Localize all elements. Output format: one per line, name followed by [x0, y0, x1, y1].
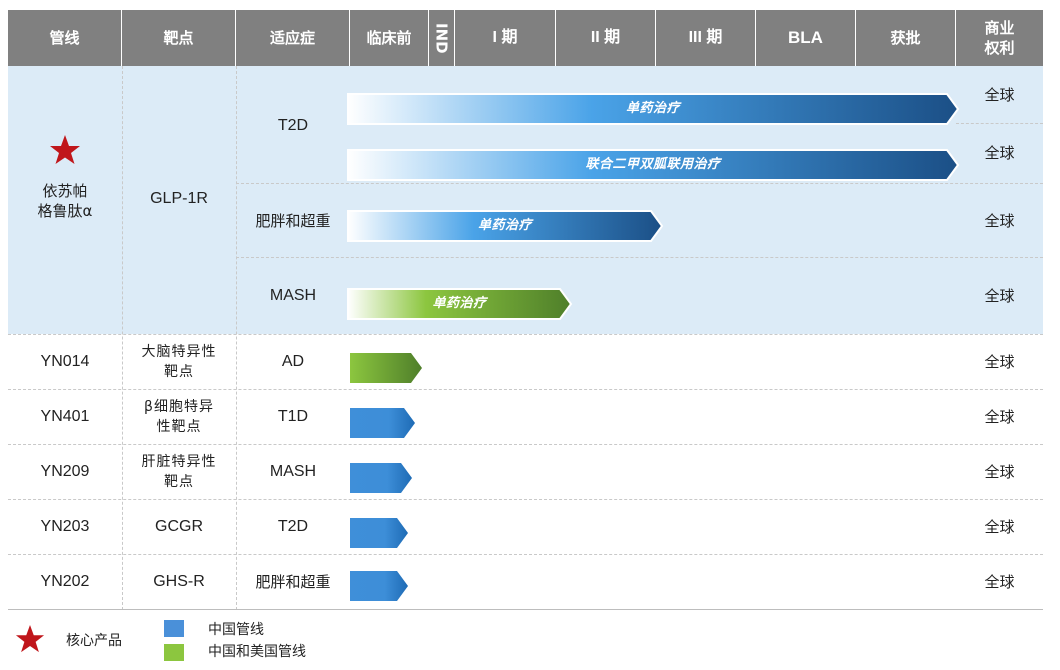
header-phase1: I 期 — [455, 10, 556, 66]
rights-value: 全球 — [984, 144, 1015, 162]
pipeline-name: YN209 — [40, 462, 90, 480]
row-divider — [956, 123, 1043, 124]
progress-bar: 单药治疗 — [347, 93, 960, 125]
row-divider — [236, 183, 1043, 184]
progress-bar — [350, 518, 408, 548]
indication-name: MASH — [269, 287, 317, 304]
progress-bar — [350, 571, 408, 601]
bar-fill — [350, 571, 408, 601]
target-name: GCGR — [155, 517, 203, 535]
star-icon — [15, 624, 45, 653]
bar-shape — [350, 353, 422, 383]
indication-name: T2D — [277, 117, 309, 134]
header-ind-label: IND — [432, 22, 451, 54]
rights-value: 全球 — [984, 212, 1015, 230]
progress-bar: 单药治疗 — [347, 210, 664, 242]
legend-china-swatch — [164, 620, 184, 637]
header-target: 靶点 — [122, 10, 236, 66]
row-divider — [236, 257, 1043, 258]
indication-name: 肥胖和超重 — [255, 572, 331, 591]
indication-name: T2D — [277, 517, 309, 535]
indication-name: 肥胖和超重 — [255, 212, 331, 230]
header-ind: IND — [429, 10, 455, 66]
indication-name: AD — [281, 352, 305, 370]
header-phase3: III 期 — [656, 10, 756, 66]
indication-name: T1D — [277, 407, 309, 425]
header-rights: 商业 权利 — [956, 10, 1043, 66]
pipeline-name: YN203 — [40, 517, 90, 535]
header-preclinical: 临床前 — [350, 10, 429, 66]
legend-china-label: 中国管线 — [208, 622, 264, 638]
bar-shape — [350, 408, 415, 438]
rights-value: 全球 — [984, 287, 1015, 305]
indication-name: MASH — [269, 462, 317, 480]
table-bottom-border — [8, 609, 1043, 610]
pipeline-name: YN014 — [40, 352, 90, 370]
target-name: GHS-R — [153, 572, 205, 590]
core-product-star-icon — [40, 132, 90, 168]
target-name: 大脑特异性 靶点 — [141, 343, 217, 380]
pipeline-name: 依苏帕 格鲁肽α — [37, 182, 93, 220]
progress-bar: 联合二甲双胍联用治疗 — [347, 149, 960, 181]
rights-value: 全球 — [984, 352, 1015, 371]
bar-shape — [350, 518, 408, 548]
legend-core-label: 核心产品 — [66, 633, 122, 649]
progress-bar — [350, 353, 422, 383]
rights-value: 全球 — [984, 572, 1015, 591]
legend-china-us-label: 中国和美国管线 — [208, 644, 306, 660]
bar-label: 联合二甲双胍联用治疗 — [585, 157, 721, 172]
header-indication: 适应症 — [236, 10, 350, 66]
header-approved: 获批 — [856, 10, 956, 66]
progress-bar: 单药治疗 — [347, 288, 573, 320]
legend-star-icon — [14, 624, 50, 656]
bar-label: 单药治疗 — [477, 218, 532, 233]
rights-value: 全球 — [984, 407, 1015, 426]
header-phase2: II 期 — [556, 10, 656, 66]
header-pipeline: 管线 — [8, 10, 122, 66]
header-bla: BLA — [756, 10, 856, 66]
target-name: 肝脏特异性 靶点 — [141, 453, 217, 490]
bar-fill — [350, 408, 415, 438]
progress-bar — [350, 463, 412, 493]
progress-bar — [350, 408, 415, 438]
bar-shape — [350, 463, 412, 493]
pipeline-diagram: { "header": { "pipeline": "管线", "target"… — [0, 0, 1060, 670]
bar-fill — [350, 518, 408, 548]
star-icon — [50, 135, 80, 164]
target-name: GLP-1R — [150, 190, 208, 207]
bar-shape — [350, 571, 408, 601]
bar-fill — [350, 353, 422, 383]
rights-value: 全球 — [984, 517, 1015, 536]
rights-value: 全球 — [984, 462, 1015, 481]
bar-label: 单药治疗 — [432, 296, 487, 311]
bar-fill — [350, 463, 412, 493]
pipeline-name: YN401 — [40, 407, 90, 425]
bar-label: 单药治疗 — [625, 101, 680, 116]
legend-china-us-swatch — [164, 644, 184, 661]
pipeline-name: YN202 — [40, 572, 90, 590]
rights-value: 全球 — [984, 86, 1015, 104]
target-name: β细胞特异 性靶点 — [144, 398, 214, 435]
